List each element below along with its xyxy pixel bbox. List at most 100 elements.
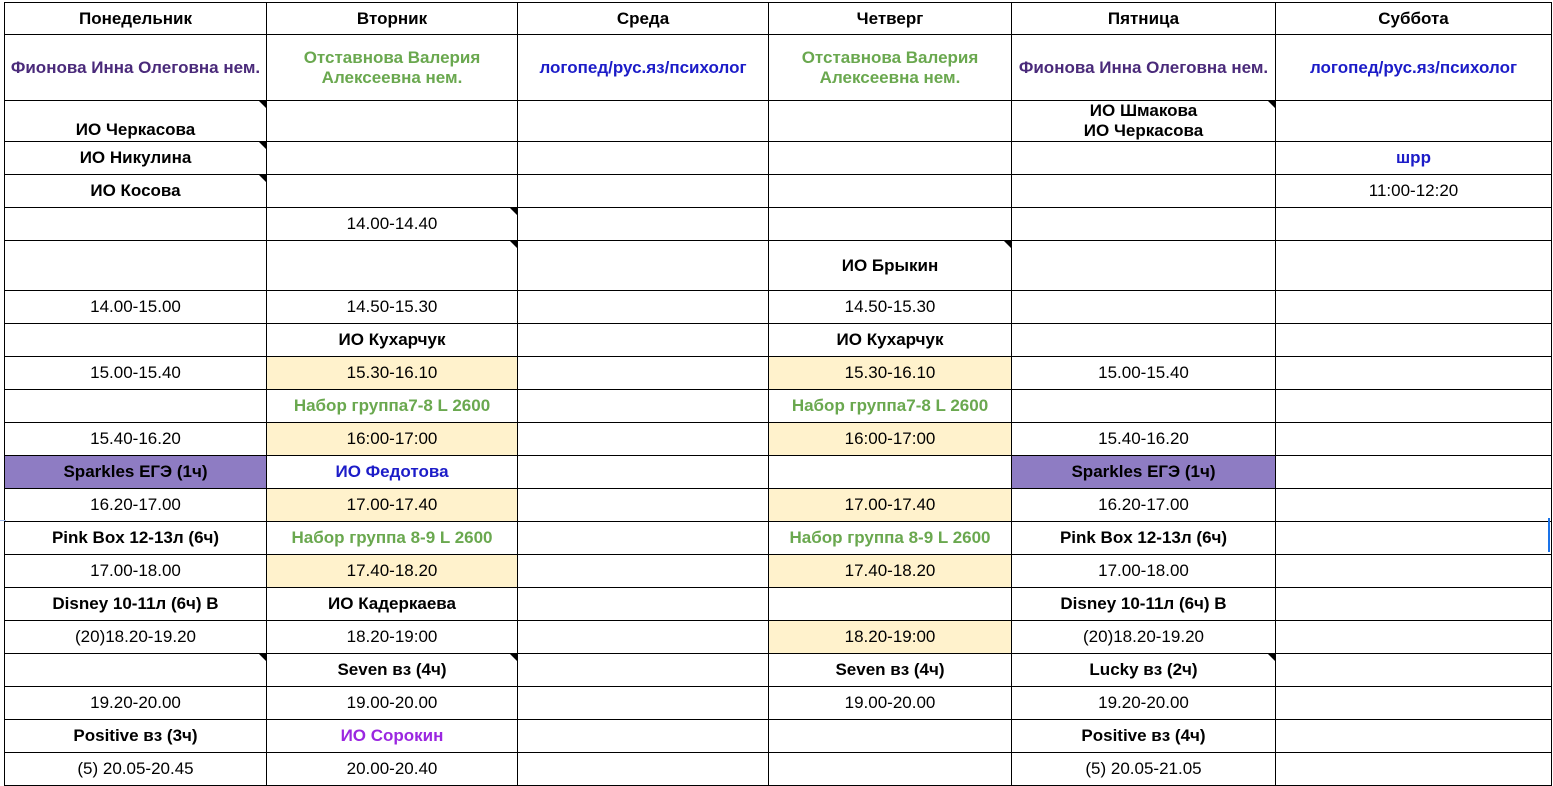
- schedule-cell[interactable]: Disney 10-11л (6ч) В: [1011, 587, 1276, 621]
- schedule-cell[interactable]: [1275, 686, 1552, 720]
- schedule-cell[interactable]: 16.20-17.00: [4, 488, 267, 522]
- schedule-cell[interactable]: [517, 686, 769, 720]
- schedule-cell[interactable]: [1275, 323, 1552, 357]
- schedule-cell[interactable]: 17.40-18.20: [266, 554, 518, 588]
- schedule-cell[interactable]: (5) 20.05-21.05: [1011, 752, 1276, 786]
- schedule-cell[interactable]: 16:00-17:00: [266, 422, 518, 456]
- schedule-cell[interactable]: Seven вз (4ч): [768, 653, 1012, 687]
- schedule-cell[interactable]: [517, 323, 769, 357]
- schedule-cell[interactable]: [517, 488, 769, 522]
- teacher-header[interactable]: Фионова Инна Олеговна нем.: [1011, 34, 1276, 101]
- schedule-cell[interactable]: 20.00-20.40: [266, 752, 518, 786]
- schedule-cell[interactable]: [1275, 587, 1552, 621]
- schedule-cell[interactable]: ИО Брыкин: [768, 240, 1012, 291]
- schedule-cell[interactable]: 19.00-20.00: [266, 686, 518, 720]
- schedule-cell[interactable]: Lucky вз (2ч): [1011, 653, 1276, 687]
- schedule-cell[interactable]: [768, 174, 1012, 208]
- schedule-cell[interactable]: [1011, 389, 1276, 423]
- schedule-cell[interactable]: 15.40-16.20: [1011, 422, 1276, 456]
- schedule-cell[interactable]: 15.00-15.40: [1011, 356, 1276, 390]
- schedule-cell[interactable]: [4, 207, 267, 241]
- day-header[interactable]: Понедельник: [4, 2, 267, 35]
- schedule-cell[interactable]: Positive вз (4ч): [1011, 719, 1276, 753]
- schedule-cell[interactable]: Набор группа7-8 L 2600: [266, 389, 518, 423]
- schedule-cell[interactable]: [1275, 521, 1552, 555]
- schedule-cell[interactable]: 17.00-18.00: [4, 554, 267, 588]
- schedule-cell[interactable]: [1275, 620, 1552, 654]
- schedule-cell[interactable]: Pink Box 12-13л (6ч): [4, 521, 267, 555]
- schedule-cell[interactable]: ИО Сорокин: [266, 719, 518, 753]
- schedule-cell[interactable]: [1275, 356, 1552, 390]
- schedule-cell[interactable]: [517, 207, 769, 241]
- schedule-cell[interactable]: [1011, 141, 1276, 175]
- schedule-cell[interactable]: [266, 100, 518, 142]
- schedule-cell[interactable]: [768, 141, 1012, 175]
- schedule-cell[interactable]: 14.00-14.40: [266, 207, 518, 241]
- schedule-cell[interactable]: [517, 100, 769, 142]
- schedule-cell[interactable]: [1275, 752, 1552, 786]
- schedule-cell[interactable]: 11:00-12:20: [1275, 174, 1552, 208]
- schedule-cell[interactable]: ИО Федотова: [266, 455, 518, 489]
- schedule-cell[interactable]: [4, 653, 267, 687]
- schedule-cell[interactable]: [1011, 174, 1276, 208]
- schedule-cell[interactable]: [517, 240, 769, 291]
- schedule-cell[interactable]: 17.00-17.40: [768, 488, 1012, 522]
- schedule-cell[interactable]: [517, 620, 769, 654]
- schedule-cell[interactable]: Sparkles ЕГЭ (1ч): [4, 455, 267, 489]
- schedule-cell[interactable]: [4, 323, 267, 357]
- schedule-cell[interactable]: 14.50-15.30: [768, 290, 1012, 324]
- schedule-cell[interactable]: 15.30-16.10: [768, 356, 1012, 390]
- schedule-cell[interactable]: [1275, 290, 1552, 324]
- schedule-cell[interactable]: [266, 141, 518, 175]
- schedule-cell[interactable]: [517, 521, 769, 555]
- schedule-cell[interactable]: [1275, 455, 1552, 489]
- schedule-cell[interactable]: [1011, 240, 1276, 291]
- schedule-cell[interactable]: ИО Кадеркаева: [266, 587, 518, 621]
- schedule-cell[interactable]: Disney 10-11л (6ч) В: [4, 587, 267, 621]
- schedule-cell[interactable]: [1011, 207, 1276, 241]
- schedule-cell[interactable]: [1275, 240, 1552, 291]
- schedule-cell[interactable]: шрр: [1275, 141, 1552, 175]
- schedule-cell[interactable]: Seven вз (4ч): [266, 653, 518, 687]
- schedule-cell[interactable]: [517, 752, 769, 786]
- schedule-cell[interactable]: 16:00-17:00: [768, 422, 1012, 456]
- teacher-header[interactable]: Отставнова Валерия Алексеевна нем.: [768, 34, 1012, 101]
- schedule-cell[interactable]: (20)18.20-19.20: [1011, 620, 1276, 654]
- schedule-cell[interactable]: [1275, 653, 1552, 687]
- schedule-cell[interactable]: 17.00-18.00: [1011, 554, 1276, 588]
- schedule-cell[interactable]: [768, 587, 1012, 621]
- schedule-cell[interactable]: 14.00-15.00: [4, 290, 267, 324]
- schedule-cell[interactable]: [517, 587, 769, 621]
- schedule-cell[interactable]: [517, 290, 769, 324]
- schedule-cell[interactable]: [517, 554, 769, 588]
- schedule-cell[interactable]: [768, 455, 1012, 489]
- schedule-cell[interactable]: [1011, 323, 1276, 357]
- schedule-cell[interactable]: [517, 141, 769, 175]
- schedule-cell[interactable]: 19.20-20.00: [1011, 686, 1276, 720]
- schedule-cell[interactable]: [1275, 207, 1552, 241]
- schedule-cell[interactable]: 15.00-15.40: [4, 356, 267, 390]
- schedule-cell[interactable]: 15.40-16.20: [4, 422, 267, 456]
- schedule-cell[interactable]: [517, 719, 769, 753]
- schedule-cell[interactable]: 19.20-20.00: [4, 686, 267, 720]
- schedule-cell[interactable]: [1275, 488, 1552, 522]
- schedule-cell[interactable]: [4, 389, 267, 423]
- schedule-cell[interactable]: 15.30-16.10: [266, 356, 518, 390]
- schedule-cell[interactable]: Positive вз (3ч): [4, 719, 267, 753]
- day-header[interactable]: Суббота: [1275, 2, 1552, 35]
- schedule-cell[interactable]: [768, 752, 1012, 786]
- schedule-cell[interactable]: (20)18.20-19.20: [4, 620, 267, 654]
- schedule-cell[interactable]: [1275, 554, 1552, 588]
- schedule-cell[interactable]: [1011, 290, 1276, 324]
- schedule-cell[interactable]: ИО Никулина: [4, 141, 267, 175]
- schedule-cell[interactable]: [1275, 719, 1552, 753]
- schedule-cell[interactable]: [517, 174, 769, 208]
- schedule-cell[interactable]: [266, 174, 518, 208]
- teacher-header[interactable]: Фионова Инна Олеговна нем.: [4, 34, 267, 101]
- schedule-cell[interactable]: 17.40-18.20: [768, 554, 1012, 588]
- schedule-cell[interactable]: 17.00-17.40: [266, 488, 518, 522]
- schedule-cell[interactable]: ИО Косова: [4, 174, 267, 208]
- day-header[interactable]: Вторник: [266, 2, 518, 35]
- schedule-cell[interactable]: [768, 719, 1012, 753]
- schedule-cell[interactable]: Набор группа7-8 L 2600: [768, 389, 1012, 423]
